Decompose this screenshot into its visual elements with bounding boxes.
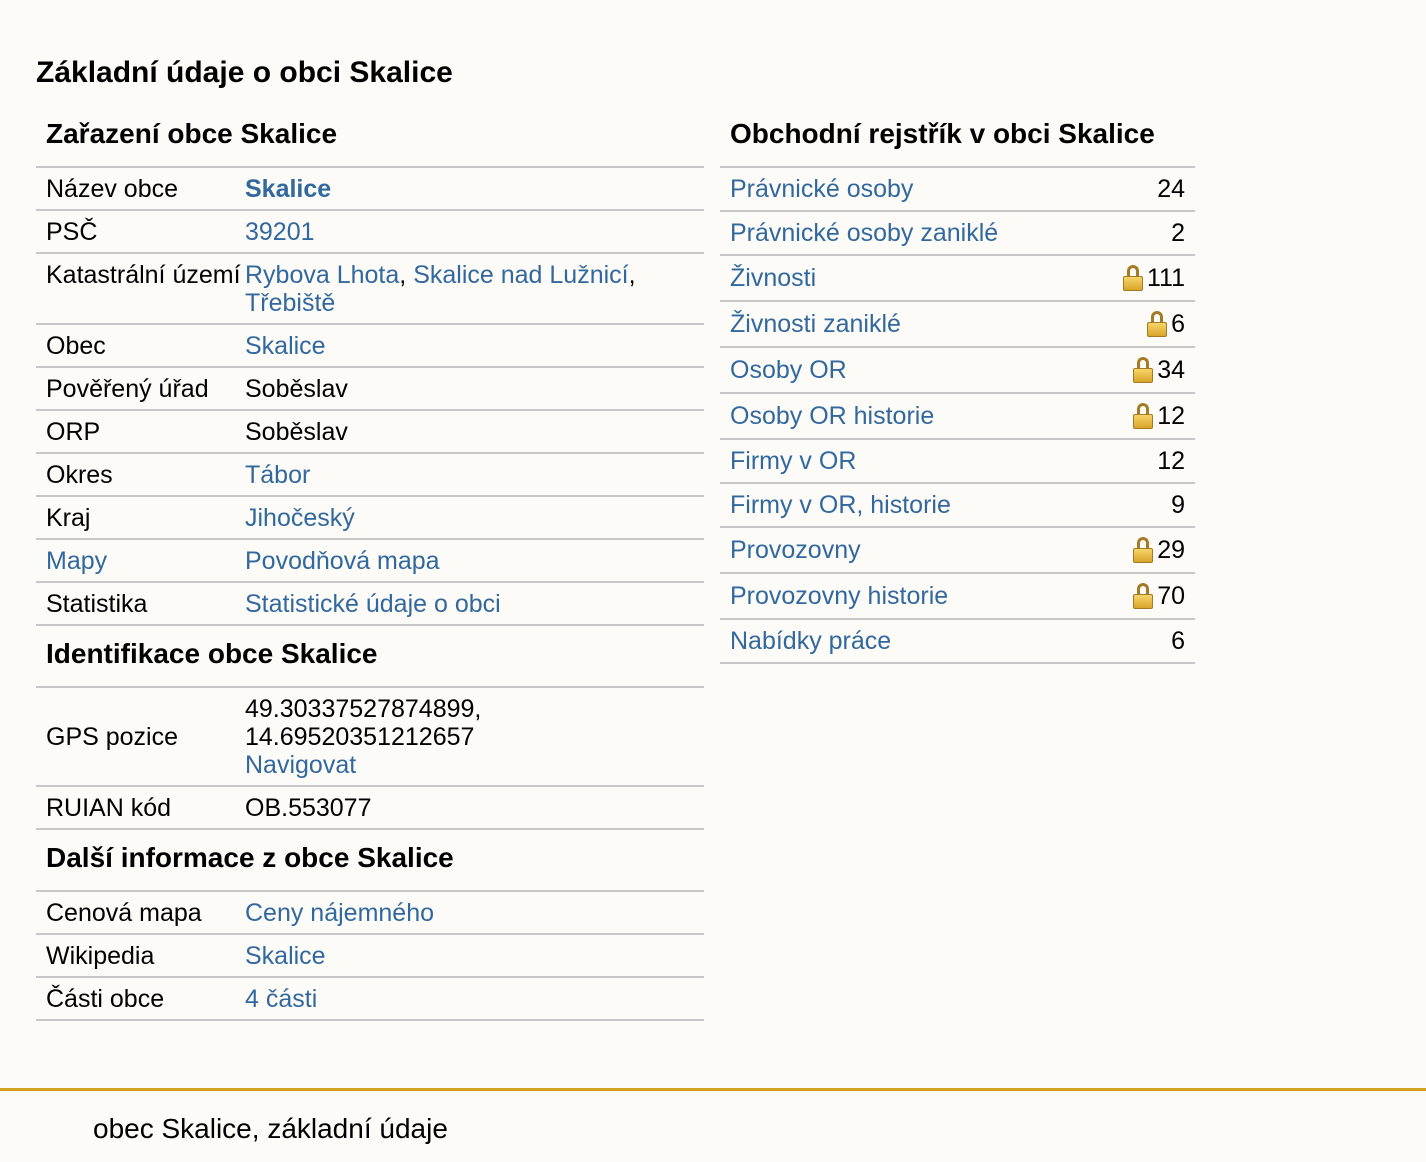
rejstrik-row: Právnické osoby zaniklé 2 xyxy=(720,210,1195,254)
lock-icon[interactable] xyxy=(1147,311,1168,337)
mapy-link[interactable]: Mapy xyxy=(46,547,107,575)
page-title: Základní údaje o obci Skalice xyxy=(36,56,453,89)
rejstrik-count: 9 xyxy=(1171,490,1185,519)
katastr-link-trebiste[interactable]: Třebiště xyxy=(245,289,335,317)
row-mapy: Mapy Povodňová mapa xyxy=(36,540,704,583)
rejstrik-row: Osoby OR historie 12 xyxy=(720,392,1195,438)
lock-icon[interactable] xyxy=(1133,583,1154,609)
psc-link[interactable]: 39201 xyxy=(245,218,315,246)
dalsi-heading: Další informace z obce Skalice xyxy=(36,830,704,892)
lock-icon[interactable] xyxy=(1133,403,1154,429)
statistika-link[interactable]: Statistické údaje o obci xyxy=(245,590,501,618)
row-label: PSČ xyxy=(46,218,98,246)
row-label: Kraj xyxy=(46,504,91,532)
rejstrik-count: 6 xyxy=(1171,626,1185,655)
row-kraj: Kraj Jihočeský xyxy=(36,497,704,540)
page: Základní údaje o obci Skalice Zařazení o… xyxy=(0,0,1426,1162)
row-cenova-mapa: Cenová mapa Ceny nájemného xyxy=(36,892,704,935)
row-psc: PSČ 39201 xyxy=(36,211,704,254)
ruian-value: OB.553077 xyxy=(245,794,372,822)
lock-icon[interactable] xyxy=(1122,265,1143,291)
rejstrik-link-pravnicke-osoby[interactable]: Právnické osoby xyxy=(730,175,913,204)
povodnova-mapa-link[interactable]: Povodňová mapa xyxy=(245,547,440,575)
row-label: Název obce xyxy=(46,175,179,203)
povereny-urad-value: Soběslav xyxy=(245,375,348,403)
row-nazev-obce: Název obce Skalice xyxy=(36,168,704,211)
rejstrik-row: Živnosti 111 xyxy=(720,254,1195,300)
rejstrik-count: 12 xyxy=(1157,446,1185,475)
rejstrik-count: 34 xyxy=(1157,355,1185,384)
row-obec: Obec Skalice xyxy=(36,325,704,368)
rejstrik-row: Právnické osoby 24 xyxy=(720,166,1195,210)
rejstrik-row: Firmy v OR, historie 9 xyxy=(720,482,1195,526)
rejstrik-link-osoby-or[interactable]: Osoby OR xyxy=(730,356,847,385)
row-katastralni-uzemi: Katastrální území Rybova Lhota, Skalice … xyxy=(36,254,704,325)
rejstrik-link-firmy-v-or[interactable]: Firmy v OR xyxy=(730,447,856,476)
right-column: Obchodní rejstřík v obci Skalice Právnic… xyxy=(720,112,1195,664)
rejstrik-link-firmy-v-or-historie[interactable]: Firmy v OR, historie xyxy=(730,491,951,520)
row-povereny-urad: Pověřený úřad Soběslav xyxy=(36,368,704,411)
rejstrik-link-nabidky-prace[interactable]: Nabídky práce xyxy=(730,627,891,656)
row-casti-obce: Části obce 4 části xyxy=(36,978,704,1021)
rejstrik-heading: Obchodní rejstřík v obci Skalice xyxy=(730,118,1155,149)
row-wikipedia: Wikipedia Skalice xyxy=(36,935,704,978)
lock-icon[interactable] xyxy=(1133,357,1154,383)
katastr-link-rybova-lhota[interactable]: Rybova Lhota xyxy=(245,261,399,289)
rejstrik-link-zivnosti[interactable]: Živnosti xyxy=(730,264,816,293)
row-label: Okres xyxy=(46,461,113,489)
row-orp: ORP Soběslav xyxy=(36,411,704,454)
gps-latitude: 49.30337527874899, xyxy=(245,695,482,723)
orp-value: Soběslav xyxy=(245,418,348,446)
gps-longitude: 14.69520351212657 xyxy=(245,723,475,751)
footer-text: obec Skalice, základní údaje xyxy=(93,1113,448,1144)
rejstrik-row: Nabídky práce 6 xyxy=(720,618,1195,664)
lock-icon[interactable] xyxy=(1133,537,1154,563)
rejstrik-count: 111 xyxy=(1146,263,1185,292)
row-label: Obec xyxy=(46,332,106,360)
casti-obce-link[interactable]: 4 části xyxy=(245,985,317,1013)
rejstrik-link-zivnosti-zanikle[interactable]: Živnosti zaniklé xyxy=(730,310,901,339)
row-label: GPS pozice xyxy=(46,723,179,751)
kraj-link[interactable]: Jihočeský xyxy=(245,504,355,532)
rejstrik-link-osoby-or-historie[interactable]: Osoby OR historie xyxy=(730,402,934,431)
row-label: Části obce xyxy=(46,985,165,1013)
rejstrik-link-provozovny[interactable]: Provozovny xyxy=(730,536,861,565)
left-column: Zařazení obce Skalice Název obce Skalice… xyxy=(36,112,704,1021)
rejstrik-count: 70 xyxy=(1157,581,1185,610)
katastr-link-skalice-nad-luznici[interactable]: Skalice nad Lužnicí xyxy=(413,261,628,289)
row-ruian: RUIAN kód OB.553077 xyxy=(36,787,704,830)
row-label: Cenová mapa xyxy=(46,899,202,927)
okres-link[interactable]: Tábor xyxy=(245,461,310,489)
rejstrik-row: Provozovny 29 xyxy=(720,526,1195,572)
rejstrik-count: 29 xyxy=(1157,535,1185,564)
wikipedia-link[interactable]: Skalice xyxy=(245,942,326,970)
rejstrik-link-pravnicke-osoby-zanikle[interactable]: Právnické osoby zaniklé xyxy=(730,219,998,248)
row-label: ORP xyxy=(46,418,101,446)
row-statistika: Statistika Statistické údaje o obci xyxy=(36,583,704,626)
rejstrik-link-provozovny-historie[interactable]: Provozovny historie xyxy=(730,582,948,611)
ceny-najemneho-link[interactable]: Ceny nájemného xyxy=(245,899,434,927)
row-label: Statistika xyxy=(46,590,148,618)
row-label: Katastrální území xyxy=(46,261,241,289)
rejstrik-row: Firmy v OR 12 xyxy=(720,438,1195,482)
obec-name-link[interactable]: Skalice xyxy=(245,175,331,203)
row-label: RUIAN kód xyxy=(46,794,172,822)
rejstrik-row: Osoby OR 34 xyxy=(720,346,1195,392)
rejstrik-count: 6 xyxy=(1171,309,1185,338)
row-label: Wikipedia xyxy=(46,942,155,970)
obec-link[interactable]: Skalice xyxy=(245,332,326,360)
footer-divider xyxy=(0,1088,1426,1091)
zarazeni-heading: Zařazení obce Skalice xyxy=(36,112,704,168)
rejstrik-row: Provozovny historie 70 xyxy=(720,572,1195,618)
identifikace-heading: Identifikace obce Skalice xyxy=(36,626,704,688)
rejstrik-row: Živnosti zaniklé 6 xyxy=(720,300,1195,346)
rejstrik-count: 2 xyxy=(1171,218,1185,247)
rejstrik-count: 24 xyxy=(1157,174,1185,203)
row-okres: Okres Tábor xyxy=(36,454,704,497)
rejstrik-count: 12 xyxy=(1157,401,1185,430)
navigovat-link[interactable]: Navigovat xyxy=(245,751,356,779)
row-gps: GPS pozice 49.30337527874899, 14.6952035… xyxy=(36,688,704,787)
row-label: Pověřený úřad xyxy=(46,375,209,403)
